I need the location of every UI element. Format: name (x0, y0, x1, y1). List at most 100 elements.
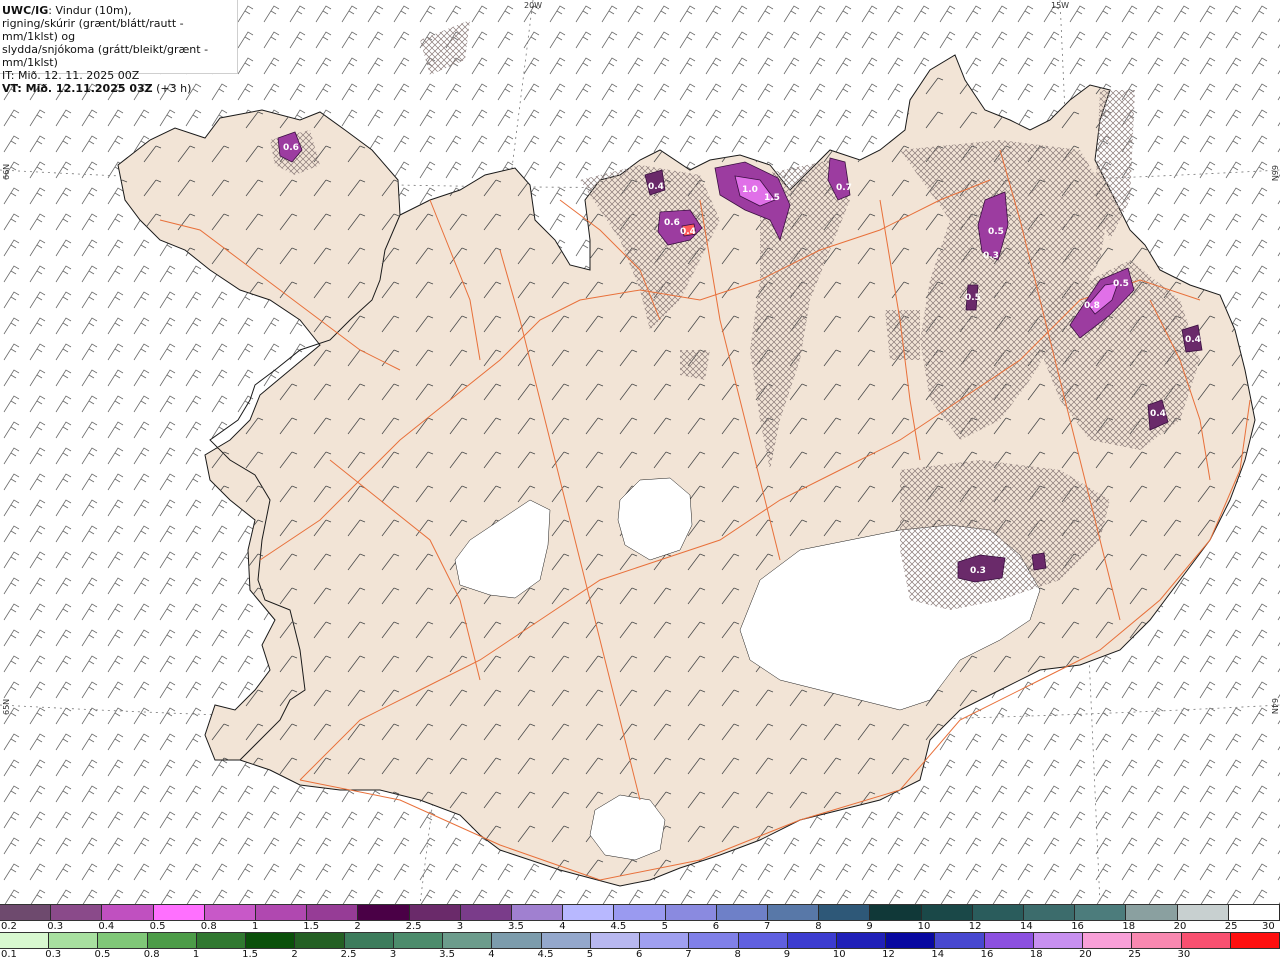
legend-swatch (541, 933, 591, 948)
legend-swatch (295, 933, 345, 948)
legend-swatch (1177, 905, 1229, 920)
legend-swatch (256, 905, 308, 920)
legend-swatch (1230, 933, 1280, 948)
precip-label: 0.4 (648, 182, 664, 192)
rain-legend: 0.1 0.3 0.5 0.8 1 1.5 2 2.5 3 3.5 4 4.5 5 6 7 8 9 10 12 14 1… (0, 932, 1280, 962)
legend-swatch (640, 933, 690, 948)
valid-time: VT: Mið. 12.11.2025 03Z (+3 h) (2, 82, 237, 95)
legend-label: 6 (712, 921, 720, 932)
precip-label: 0.3 (983, 251, 999, 261)
legend-swatch (102, 905, 154, 920)
precip-label: 0.6 (664, 218, 680, 228)
legend-label: 3 (389, 949, 397, 960)
legend-label: 1.5 (242, 949, 259, 960)
lon-label-15w: 15W (1051, 1, 1070, 10)
init-time: IT: Mið. 12. 11. 2025 00Z (2, 69, 140, 82)
legend-label: 0.3 (47, 921, 64, 932)
legend-swatch (512, 905, 564, 920)
lat-label-left-65n: 65N (2, 698, 11, 715)
legend-swatch (870, 905, 922, 920)
legend-swatch (921, 905, 973, 920)
legend-label: 3.5 (439, 949, 455, 960)
legend-swatch (886, 933, 936, 948)
legend-label: 9 (783, 949, 791, 960)
legend-label: 5 (661, 921, 668, 932)
title-desc: : Vindur (10m), (48, 4, 132, 17)
legend-label: 2.5 (340, 949, 357, 960)
legend-label: 0.4 (98, 921, 115, 932)
legend-swatch (196, 933, 247, 948)
precip-label: 0.7 (836, 183, 852, 193)
legend-label: 25 (1224, 921, 1238, 932)
legend-label: 0.3 (45, 949, 62, 960)
legend-swatch (98, 933, 148, 948)
legend-label: 0.8 (200, 921, 217, 932)
title-line-2: rigning/skúrir (grænt/blátt/rautt - mm/1… (2, 17, 184, 43)
legend-label: 3 (456, 921, 464, 932)
legend-swatch (307, 905, 359, 920)
legend-swatch (738, 933, 788, 948)
legend-label: 16 (980, 949, 994, 960)
legend-swatch (147, 933, 197, 948)
legend-label: 10 (917, 921, 931, 932)
legend-swatch (1083, 933, 1133, 948)
legend-label: 25 (1128, 949, 1142, 960)
legend-label: 12 (968, 921, 982, 932)
precip-label: 1.5 (764, 193, 780, 203)
legend-label: 1 (252, 921, 259, 932)
legend-swatch (1126, 905, 1178, 920)
valid-time-bold: VT: Mið. 12.11.2025 03Z (2, 82, 153, 95)
legend-swatch (984, 933, 1034, 948)
precip-label: 0.5 (988, 227, 1004, 237)
precip-label: 0.3 (970, 566, 986, 576)
legend-label: 6 (636, 949, 643, 960)
legend-label: 14 (1020, 921, 1033, 932)
legend-swatch (590, 933, 641, 948)
legend-swatch (1075, 905, 1127, 920)
legend-swatch (492, 933, 542, 948)
lat-label-right-64n: 64N (1270, 698, 1279, 715)
precip-label: 1.0 (742, 185, 758, 195)
lon-label-20w: 20W (524, 1, 543, 10)
precip-label: 0.5 (1113, 279, 1129, 289)
legend-swatch (0, 905, 52, 920)
legend-swatch (935, 933, 985, 948)
legend-swatch (836, 933, 887, 948)
legend-label: 30 (1177, 949, 1191, 960)
legend-swatch (787, 933, 837, 948)
legend-label: 2 (291, 949, 298, 960)
legend-label: 8 (734, 949, 741, 960)
legend-label: 0.5 (94, 949, 111, 960)
title-line-1: UWC/IG: Vindur (10m), (2, 4, 237, 17)
legend-swatch (344, 933, 394, 948)
legend-swatch (614, 905, 666, 920)
legend-swatch (1181, 933, 1231, 948)
precip-label: 0.6 (283, 143, 299, 153)
legend-label: 30 (1262, 921, 1275, 932)
legend-label: 14 (931, 949, 945, 960)
precip-label: 0.8 (1084, 301, 1100, 311)
precip-label: 0.4 (1185, 335, 1201, 345)
legend-swatch (409, 905, 461, 920)
legend-label: 0.8 (143, 949, 160, 960)
map-title-box: UWC/IG: Vindur (10m), rigning/skúrir (gr… (0, 0, 238, 95)
title-line-3: slydda/snjókoma (grátt/bleikt/grænt - mm… (2, 43, 209, 69)
legend-swatch (393, 933, 444, 948)
weather-map: 0.6 0.4 0.6 0.4 1.0 1.5 0.7 0.5 0.3 0.5 … (0, 0, 1280, 904)
legend-label: 9 (866, 921, 873, 932)
legend-label: 10 (832, 949, 846, 960)
legend-label: 1 (192, 949, 200, 960)
snow-legend: 0.2 0.3 0.4 0.5 0.8 1 1.5 2 2.5 3 3.5 4 4.5 5 6 7 8 9 10 12… (0, 904, 1280, 934)
legend-label: 4 (488, 949, 495, 960)
legend-label: 20 (1173, 921, 1187, 932)
precip-label: 0.4 (680, 227, 696, 237)
legend-label: 0.1 (1, 949, 17, 960)
legend-label: 2.5 (405, 921, 422, 932)
legend-swatch (972, 905, 1025, 920)
legend-label: 5 (586, 949, 594, 960)
legend-swatch (716, 905, 769, 920)
legend-label: 7 (764, 921, 771, 932)
lat-label-right-66n: 66N (1270, 165, 1279, 182)
legend-label: 12 (882, 949, 895, 960)
legend-swatch (153, 905, 205, 920)
